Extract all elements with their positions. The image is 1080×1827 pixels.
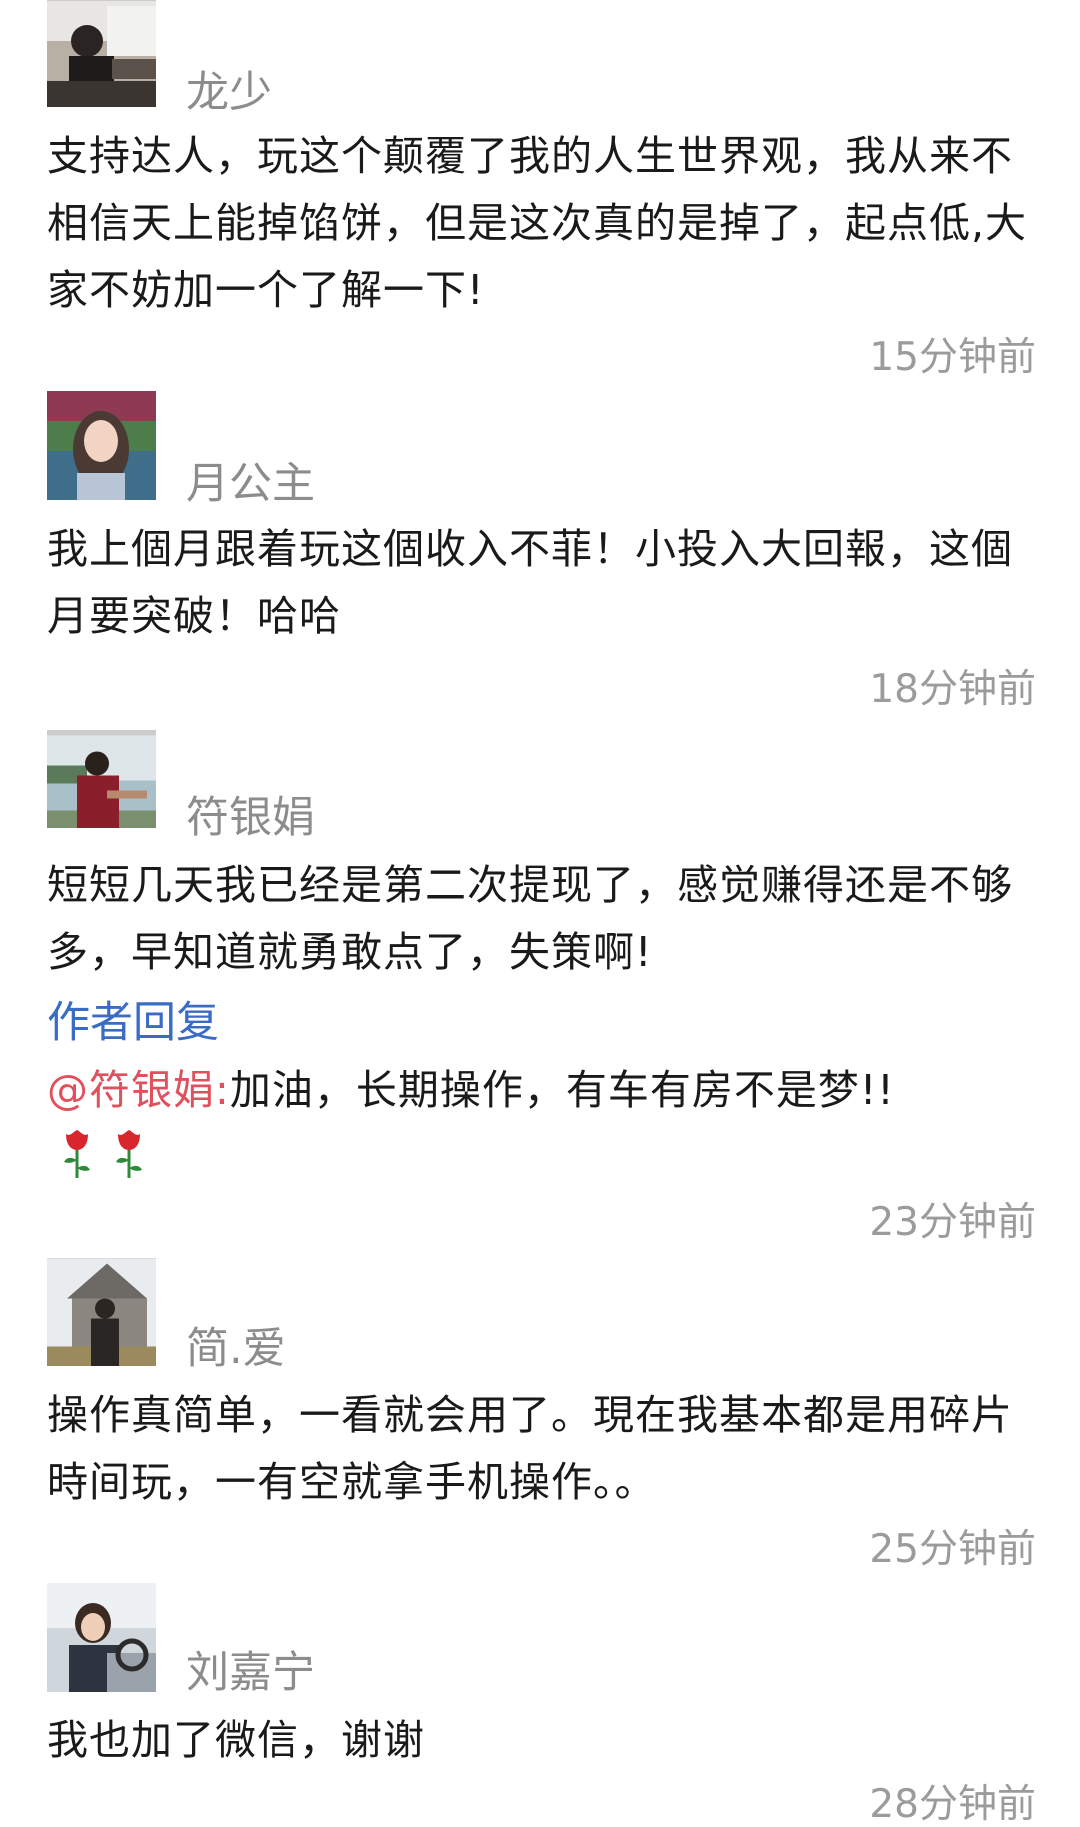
reply-mention[interactable]: @符银娟: — [47, 1066, 230, 1114]
car-avatar[interactable] — [47, 1583, 156, 1692]
rose-icon — [112, 1128, 146, 1180]
commenter-name: 月公主 — [186, 459, 315, 509]
driver-avatar-image — [47, 1, 156, 107]
commenter-name: 龙少 — [186, 68, 272, 118]
commenter-name: 符银娟 — [186, 793, 315, 843]
lake-avatar-image — [47, 735, 156, 828]
comment-text: 支持达人，玩这个颠覆了我的人生世界观，我从来不相信天上能掉馅饼，但是这次真的是掉… — [47, 132, 1028, 314]
comment-time: 23分钟前 — [869, 1200, 1036, 1245]
driver-avatar[interactable] — [47, 0, 156, 107]
church-avatar-image — [47, 1258, 156, 1366]
woman-avatar-image — [47, 391, 156, 500]
reply-emoji-row — [60, 1128, 146, 1180]
comment-time: 28分钟前 — [869, 1782, 1036, 1827]
author-reply-label: 作者回复 — [47, 998, 219, 1048]
comment-time: 25分钟前 — [869, 1527, 1036, 1572]
comment-feed: 龙少 支持达人，玩这个颠覆了我的人生世界观，我从来不相信天上能掉馅饼，但是这次真… — [0, 0, 1080, 1827]
lake-avatar[interactable] — [47, 730, 156, 828]
comment-text: 我上個月跟着玩这個收入不菲！小投入大回報，这個月要突破！哈哈 — [47, 525, 1013, 640]
comment-text: 操作真简单，一看就会用了。現在我基本都是用碎片時间玩，一有空就拿手机操作。。 — [47, 1391, 1013, 1506]
commenter-name: 简.爱 — [186, 1324, 286, 1374]
comment-time: 18分钟前 — [869, 667, 1036, 712]
comment-text: 短短几天我已经是第二次提现了，感觉赚得还是不够多，早知道就勇敢点了，失策啊! — [47, 861, 1013, 976]
church-avatar[interactable] — [47, 1258, 156, 1366]
woman-avatar[interactable] — [47, 391, 156, 500]
car-avatar-image — [47, 1583, 156, 1692]
comment-time: 15分钟前 — [869, 335, 1036, 380]
comment-text: 我也加了微信，谢谢 — [47, 1716, 425, 1764]
commenter-name: 刘嘉宁 — [186, 1648, 315, 1698]
author-reply-line: @符银娟:加油，长期操作，有车有房不是梦!! — [47, 1070, 1047, 1111]
reply-text: 加油，长期操作，有车有房不是梦!! — [229, 1066, 895, 1114]
rose-icon — [60, 1128, 94, 1180]
